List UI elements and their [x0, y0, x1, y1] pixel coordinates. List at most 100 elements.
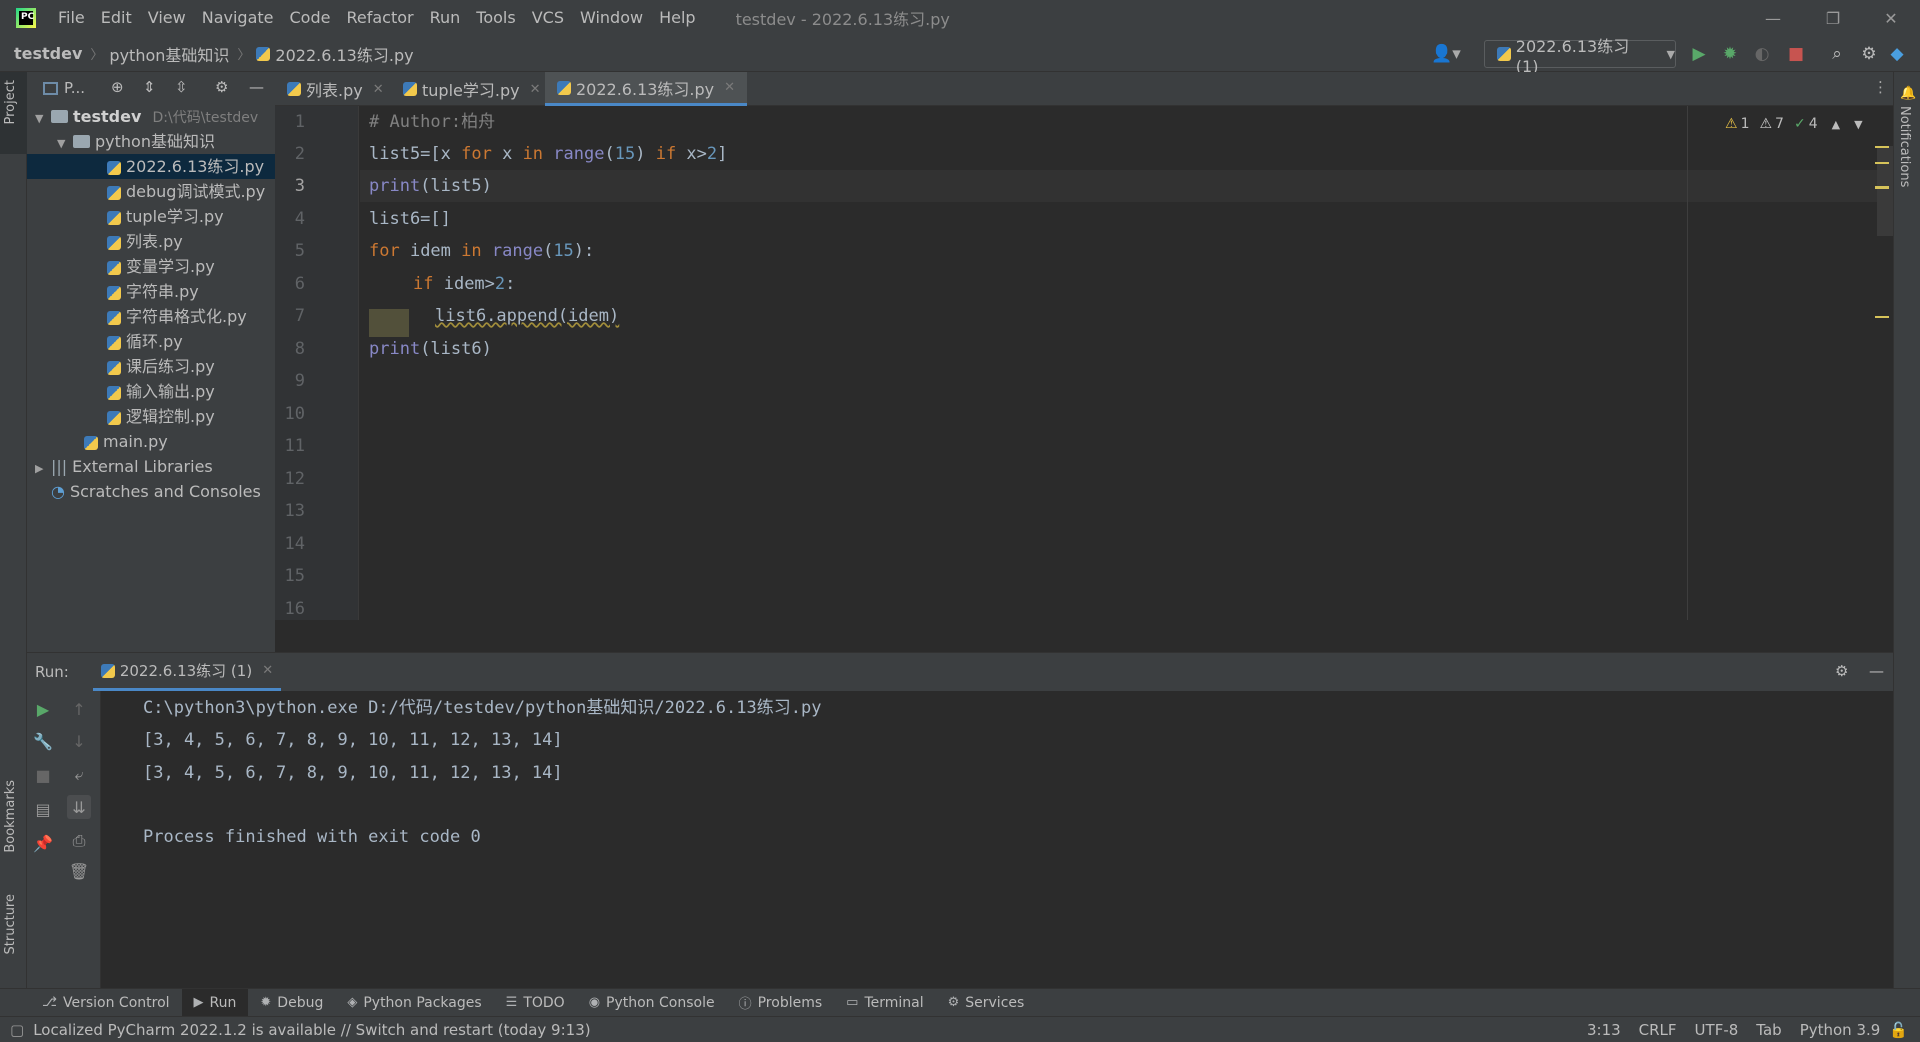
rerun-icon[interactable]: ▶	[31, 697, 55, 721]
stop-icon[interactable]: ■	[31, 763, 55, 787]
tree-file-item[interactable]: 循环.py	[27, 329, 275, 354]
search-icon[interactable]: ⌕	[1826, 42, 1848, 66]
editor-tab-active[interactable]: 2022.6.13练习.py ✕	[545, 72, 748, 106]
project-tool-label[interactable]: Project	[3, 80, 18, 124]
tool-tab-run[interactable]: ▶ Run	[181, 988, 249, 1017]
project-panel-title[interactable]: P...	[64, 79, 85, 97]
menu-tools[interactable]: Tools	[468, 0, 523, 36]
warning-marker[interactable]	[1875, 162, 1889, 164]
editor-scrollbar[interactable]	[1877, 146, 1893, 236]
tree-scratches[interactable]: ◔ Scratches and Consoles	[27, 479, 275, 504]
code-line-2[interactable]: list5=[x for x in range(15) if x>2]	[369, 138, 727, 170]
code-editor[interactable]: 1 2 3 4 5 6 7 8 9 10 11 12 13 14 15 16 #…	[275, 106, 1893, 652]
editor-tab[interactable]: 列表.py ✕	[275, 72, 396, 106]
menu-refactor[interactable]: Refactor	[338, 0, 421, 36]
menu-navigate[interactable]: Navigate	[194, 0, 282, 36]
code-line-6[interactable]: if idem>2:	[413, 268, 515, 300]
tool-tab-python-console[interactable]: ◉ Python Console	[577, 989, 727, 1017]
bell-icon[interactable]: 🔔	[1900, 86, 1916, 101]
menu-code[interactable]: Code	[282, 0, 339, 36]
tree-file-item[interactable]: 列表.py	[27, 229, 275, 254]
close-tab-icon[interactable]: ✕	[262, 663, 273, 678]
trash-icon[interactable]: 🗑	[67, 859, 91, 883]
close-tab-icon[interactable]: ✕	[530, 82, 541, 97]
restore-icon[interactable]: ❐	[1804, 0, 1862, 36]
file-encoding[interactable]: UTF-8	[1686, 1021, 1748, 1039]
menu-edit[interactable]: Edit	[93, 0, 140, 36]
tree-file-item[interactable]: debug调试模式.py	[27, 179, 275, 204]
caret-position[interactable]: 3:13	[1578, 1021, 1630, 1039]
code-line-1[interactable]: # Author:柏舟	[369, 106, 495, 138]
soft-wrap-icon[interactable]: ⤶	[67, 763, 91, 787]
scroll-to-end-icon[interactable]: ⇊	[67, 795, 91, 819]
menu-run[interactable]: Run	[422, 0, 469, 36]
tree-file-item[interactable]: 2022.6.13练习.py	[27, 154, 275, 179]
breadcrumb-folder[interactable]: python基础知识	[103, 42, 229, 66]
run-tab[interactable]: 2022.6.13练习 (1) ✕	[92, 653, 282, 691]
tree-file-item[interactable]: 字符串.py	[27, 279, 275, 304]
tool-tab-version-control[interactable]: ⎇ Version Control	[30, 989, 182, 1017]
code-line-4[interactable]: list6=[]	[369, 203, 451, 235]
menu-file[interactable]: File	[50, 0, 93, 36]
arrow-down-icon[interactable]: ↓	[67, 729, 91, 753]
inspection-widget[interactable]: ⚠ 1 ⚠ 7 ✓ 4 ▲ ▼	[1725, 114, 1863, 134]
tree-file-item[interactable]: 逻辑控制.py	[27, 404, 275, 429]
tree-file-item[interactable]: 输入输出.py	[27, 379, 275, 404]
tree-file-item[interactable]: tuple学习.py	[27, 204, 275, 229]
status-layout-icon[interactable]: ▢	[10, 1021, 24, 1039]
print-icon[interactable]: ⎙	[67, 829, 91, 853]
bookmarks-tool-label[interactable]: Bookmarks	[3, 780, 18, 853]
tree-root-testdev[interactable]: ▼ testdev D:\代码\testdev	[27, 104, 275, 129]
settings-gear-icon[interactable]: ⚙	[1858, 42, 1880, 66]
status-message[interactable]: Localized PyCharm 2022.1.2 is available …	[24, 1021, 599, 1039]
line-separator[interactable]: CRLF	[1630, 1021, 1686, 1039]
tree-folder-python[interactable]: ▼ python基础知识	[27, 129, 275, 154]
breadcrumb-project[interactable]: testdev	[0, 44, 82, 63]
indent-setting[interactable]: Tab	[1747, 1021, 1790, 1039]
tool-tab-todo[interactable]: ☰ TODO	[494, 989, 577, 1017]
tree-file-item[interactable]: 字符串格式化.py	[27, 304, 275, 329]
warning-marker[interactable]	[1875, 146, 1889, 148]
locate-icon[interactable]: ⊕	[111, 78, 124, 96]
hide-panel-icon[interactable]: —	[1869, 662, 1884, 680]
structure-tool-label[interactable]: Structure	[3, 894, 18, 954]
arrow-up-icon[interactable]: ↑	[67, 697, 91, 721]
menu-help[interactable]: Help	[651, 0, 703, 36]
tool-tab-services[interactable]: ⚙ Services	[936, 989, 1037, 1017]
more-tabs-icon[interactable]: ⋮	[1873, 78, 1888, 96]
tree-external-libraries[interactable]: ▶ ||| External Libraries	[27, 454, 275, 479]
panel-options-gear-icon[interactable]: ⚙	[215, 78, 228, 96]
close-tab-icon[interactable]: ✕	[373, 82, 384, 97]
collapse-all-icon[interactable]: ⇳	[175, 78, 188, 96]
tool-tab-python-packages[interactable]: ◈ Python Packages	[335, 989, 493, 1017]
code-line-8[interactable]: print(list6)	[369, 333, 492, 365]
tree-file-item[interactable]: 变量学习.py	[27, 254, 275, 279]
tool-tab-debug[interactable]: ✹ Debug	[248, 989, 335, 1017]
user-icon[interactable]: 👤▾	[1428, 42, 1464, 66]
menu-view[interactable]: View	[140, 0, 194, 36]
coverage-icon[interactable]: ◐	[1751, 42, 1773, 66]
tool-tab-terminal[interactable]: ▭ Terminal	[834, 989, 935, 1017]
stop-icon[interactable]: ■	[1785, 42, 1807, 66]
tree-file-item[interactable]: 课后练习.py	[27, 354, 275, 379]
run-settings-gear-icon[interactable]: ⚙	[1835, 662, 1848, 680]
lock-icon[interactable]: 🔓	[1889, 1021, 1908, 1039]
menu-window[interactable]: Window	[572, 0, 651, 36]
breadcrumb-file[interactable]: 2022.6.13练习.py	[250, 42, 414, 66]
layout-icon[interactable]: ▤	[31, 797, 55, 821]
code-line-7[interactable]: list6.append(idem)	[435, 300, 619, 332]
run-icon[interactable]: ▶	[1688, 42, 1710, 66]
expand-all-icon[interactable]: ⇕	[143, 78, 156, 96]
chevron-down-icon[interactable]: ▼	[1854, 118, 1862, 131]
warning-marker[interactable]	[1875, 186, 1889, 189]
tree-file-main[interactable]: main.py	[27, 429, 275, 454]
run-configuration-select[interactable]: 2022.6.13练习 (1) ▼	[1484, 37, 1676, 76]
menu-vcs[interactable]: VCS	[524, 0, 572, 36]
minimize-icon[interactable]: —	[1744, 0, 1802, 36]
close-icon[interactable]: ✕	[1862, 0, 1920, 36]
close-tab-icon[interactable]: ✕	[724, 80, 735, 95]
code-line-3[interactable]: print(list5)	[369, 170, 492, 202]
python-interpreter[interactable]: Python 3.9	[1791, 1021, 1890, 1039]
warning-marker[interactable]	[1875, 316, 1889, 318]
hide-panel-icon[interactable]: —	[249, 78, 264, 96]
